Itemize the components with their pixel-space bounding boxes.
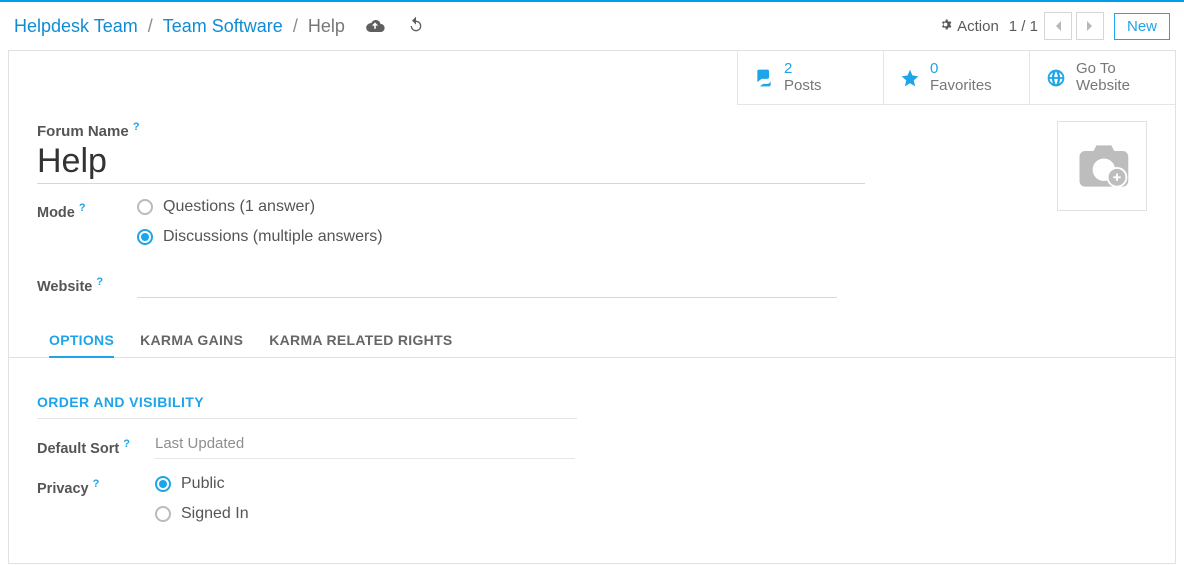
breadcrumb-root-link[interactable]: Helpdesk Team (14, 16, 138, 37)
breadcrumb-current: Help (308, 16, 345, 37)
pager-prev-button[interactable] (1044, 12, 1072, 40)
breadcrumb-sep: / (148, 16, 153, 37)
pager-count: 1 / 1 (1009, 18, 1038, 35)
help-icon[interactable]: ? (123, 438, 130, 450)
radio-label: Discussions (multiple answers) (163, 228, 383, 246)
privacy-radio-signed-in[interactable]: Signed In (155, 505, 575, 523)
action-label: Action (957, 18, 999, 35)
mode-radio-discussions[interactable]: Discussions (multiple answers) (137, 228, 1147, 246)
image-upload[interactable] (1057, 121, 1147, 211)
breadcrumb: Helpdesk Team / Team Software / Help (14, 16, 425, 37)
radio-label: Signed In (181, 505, 249, 523)
mode-radio-questions[interactable]: Questions (1 answer) (137, 198, 1147, 216)
website-input[interactable] (137, 272, 837, 298)
tab-options[interactable]: OPTIONS (49, 324, 114, 358)
mode-label: Mode ? (37, 198, 137, 221)
default-sort-label: Default Sort ? (37, 435, 155, 457)
privacy-label: Privacy ? (37, 475, 155, 497)
website-label: Website ? (37, 272, 137, 295)
new-button[interactable]: New (1114, 13, 1170, 40)
help-icon[interactable]: ? (93, 478, 100, 490)
action-menu[interactable]: Action (938, 17, 999, 36)
help-icon[interactable]: ? (133, 121, 140, 133)
gear-icon (938, 17, 953, 36)
forum-name-input[interactable]: Help (37, 140, 865, 184)
privacy-radio-public[interactable]: Public (155, 475, 575, 493)
forum-name-label: Forum Name ? (37, 123, 140, 140)
camera-plus-icon (1072, 139, 1132, 193)
tab-karma-gains[interactable]: KARMA GAINS (140, 324, 243, 357)
undo-icon[interactable] (407, 16, 425, 37)
breadcrumb-mid-link[interactable]: Team Software (163, 16, 283, 37)
section-order-visibility: ORDER AND VISIBILITY (37, 394, 577, 419)
help-icon[interactable]: ? (96, 276, 103, 288)
default-sort-select[interactable]: Last Updated (155, 435, 575, 459)
form-card: 2 Posts 0 Favorites Go To Website Forum … (8, 50, 1176, 564)
radio-label: Public (181, 475, 225, 493)
cloud-upload-icon[interactable] (365, 16, 385, 37)
help-icon[interactable]: ? (79, 202, 86, 214)
tab-karma-rights[interactable]: KARMA RELATED RIGHTS (269, 324, 452, 357)
radio-label: Questions (1 answer) (163, 198, 315, 216)
pager-next-button[interactable] (1076, 12, 1104, 40)
breadcrumb-sep: / (293, 16, 298, 37)
